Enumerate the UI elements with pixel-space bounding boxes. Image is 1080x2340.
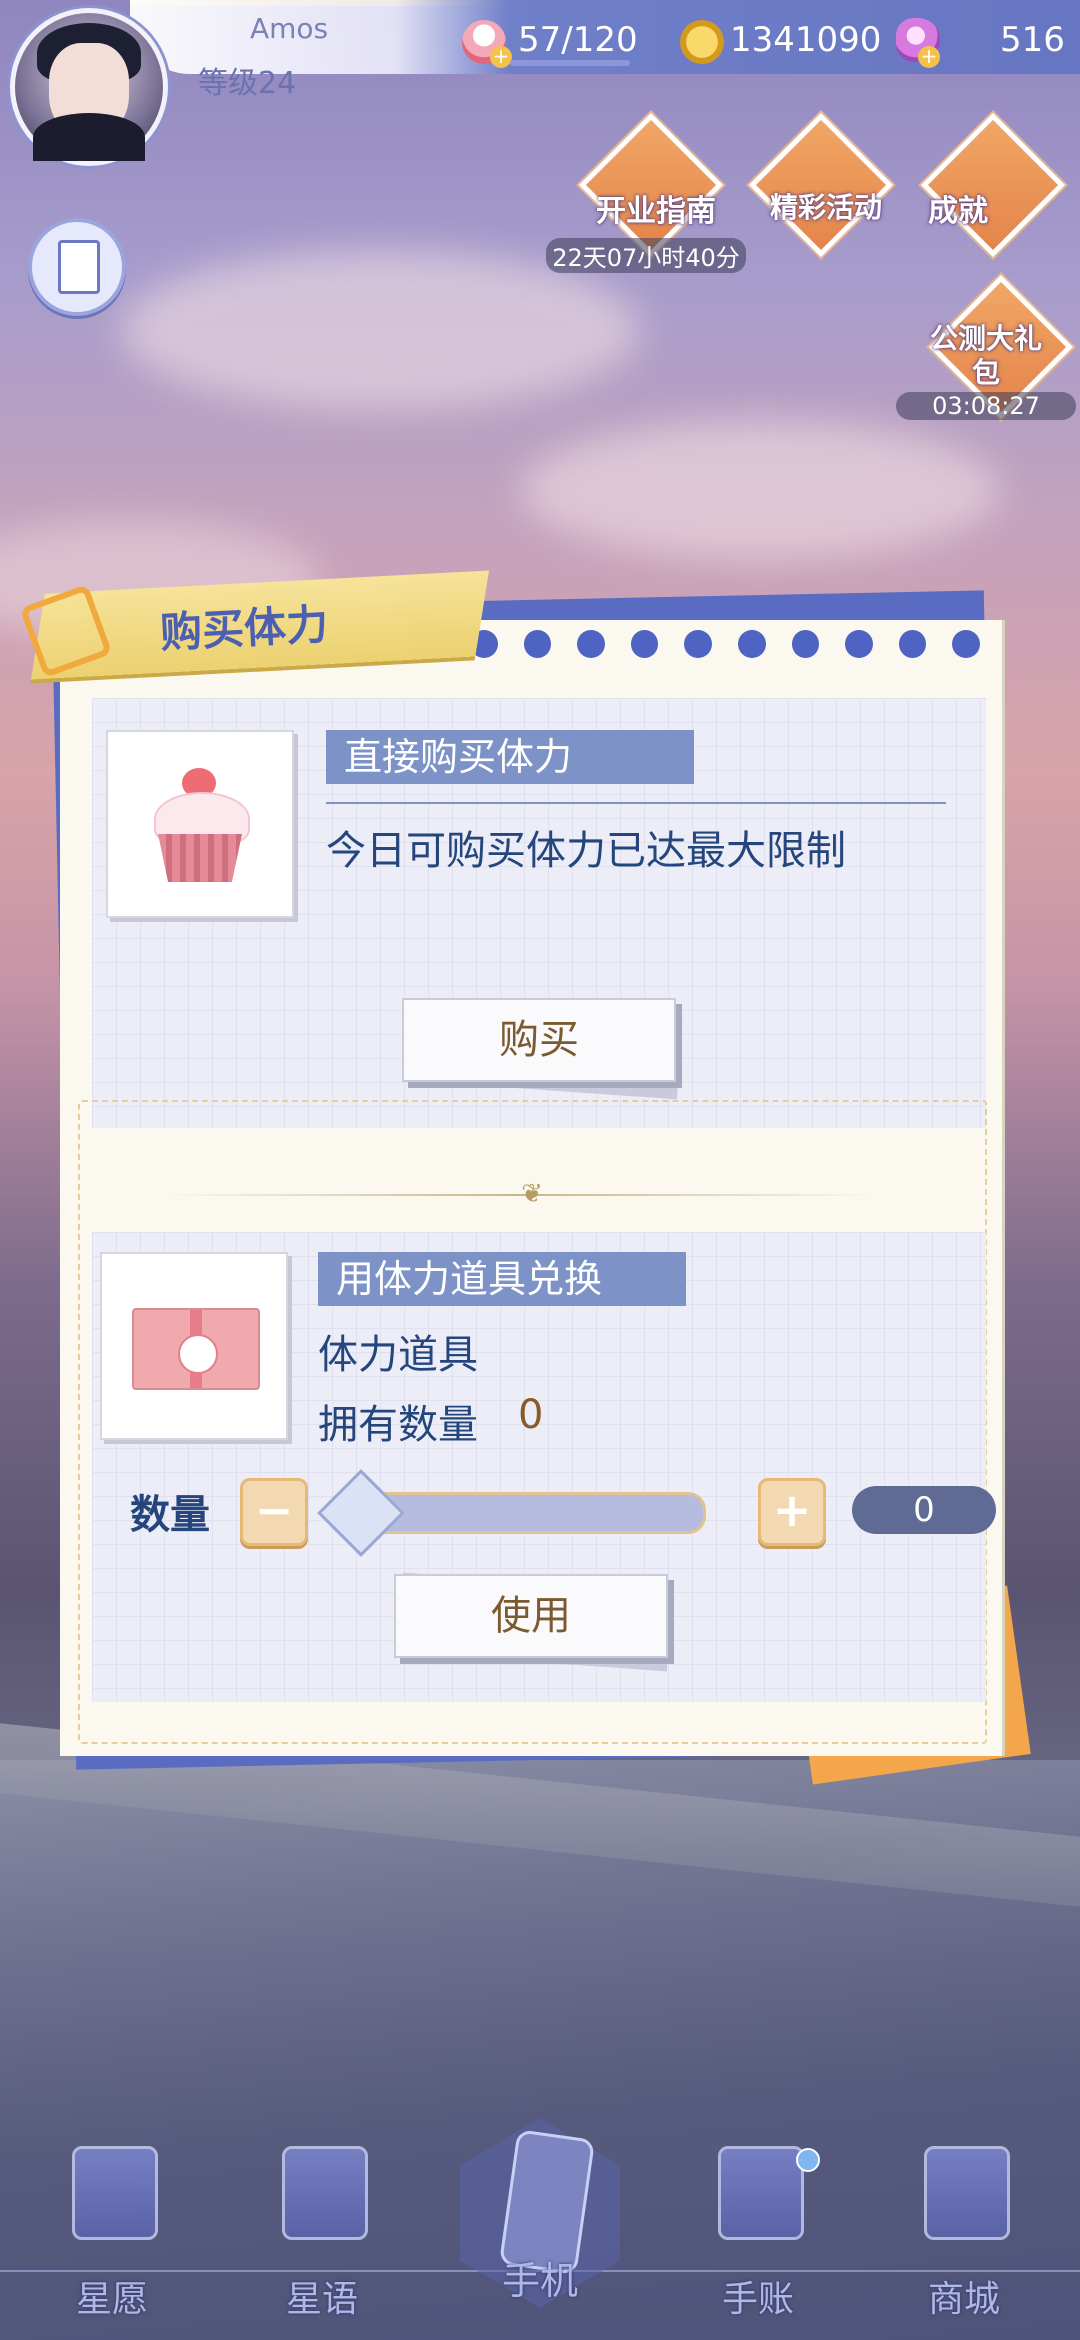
dot (845, 630, 873, 658)
plus-icon: + (490, 46, 512, 68)
dot (577, 630, 605, 658)
nav-label: 星语 (285, 2279, 358, 2320)
cloud (520, 420, 1000, 560)
notification-dot (796, 2148, 820, 2172)
nav-shop[interactable]: 商城 (884, 2140, 1044, 2320)
decrease-quantity-button[interactable]: − (240, 1478, 308, 1546)
task-list-button[interactable] (28, 218, 126, 316)
event-highlights[interactable]: 精彩活动 (748, 112, 894, 258)
nav-wish[interactable]: 星愿 (32, 2140, 192, 2320)
dot (630, 630, 659, 658)
event-opening-guide[interactable]: 开业指南 22天07小时40分 (546, 112, 746, 273)
event-timer: 22天07小时40分 (546, 238, 746, 273)
shopping-bag-icon (924, 2146, 1010, 2240)
cupcake-thumbnail (106, 730, 294, 918)
player-avatar[interactable] (10, 8, 168, 166)
calendar-check-icon (718, 2146, 804, 2240)
nav-star-talk[interactable]: 星语 (242, 2140, 402, 2320)
gift-icon (748, 112, 894, 258)
section-label-exchange: 用体力道具兑换 (318, 1252, 686, 1306)
item-name: 体力道具 (318, 1332, 478, 1378)
nav-label: 手机 (501, 2259, 578, 2303)
event-label: 精彩活动 (769, 191, 882, 224)
stamina-value: 57/120 (518, 20, 638, 60)
event-label: 成就 (928, 194, 988, 229)
nav-label: 手账 (721, 2279, 794, 2320)
use-button[interactable]: 使用 (394, 1574, 668, 1658)
event-achievements[interactable]: 成就 (920, 112, 1066, 258)
plus-icon: + (918, 46, 940, 68)
star-medal-icon (578, 112, 724, 258)
dot (523, 630, 552, 658)
event-timer: 03:08:27 (896, 392, 1076, 420)
panel-dots (470, 630, 980, 666)
dot (737, 630, 766, 658)
event-label: 公测大礼包 (929, 322, 1042, 389)
nav-label: 商城 (927, 2279, 1000, 2320)
section-underline (326, 802, 946, 804)
cupcake-icon (144, 768, 256, 888)
player-level: 等级24 (198, 66, 297, 101)
dot (684, 630, 712, 658)
increase-quantity-button[interactable]: + (758, 1478, 826, 1546)
event-label: 开业指南 (596, 194, 716, 229)
dot (898, 630, 927, 658)
section-label-direct-buy: 直接购买体力 (326, 730, 694, 784)
quantity-label: 数量 (130, 1492, 210, 1538)
document-icon (58, 240, 100, 294)
question-card-icon (72, 2146, 158, 2240)
gift-box-icon (132, 1308, 260, 1390)
player-name: Amos (250, 12, 329, 45)
swan-icon (920, 112, 1066, 258)
owned-value: 0 (518, 1392, 544, 1438)
avatar-body (33, 113, 145, 161)
cloud (120, 250, 640, 410)
gold-value: 1341090 (730, 20, 882, 60)
gift-box-thumbnail (100, 1252, 288, 1440)
character-card-icon (282, 2146, 368, 2240)
dot (791, 630, 820, 658)
nav-label: 星愿 (75, 2279, 148, 2320)
buy-button[interactable]: 购买 (402, 998, 676, 1082)
gold-coin-icon (680, 20, 724, 64)
buy-limit-message: 今日可购买体力已达最大限制 (326, 828, 846, 874)
gem-value: 516 (1000, 20, 1065, 60)
stamina-bar (510, 60, 630, 66)
dot (952, 630, 980, 658)
quantity-value: 0 (852, 1486, 996, 1534)
event-launch-gift-pack[interactable]: 公测大礼包 03:08:27 (896, 274, 1076, 420)
panel-title: 购买体力 (158, 599, 330, 658)
owned-label: 拥有数量 (318, 1402, 478, 1448)
